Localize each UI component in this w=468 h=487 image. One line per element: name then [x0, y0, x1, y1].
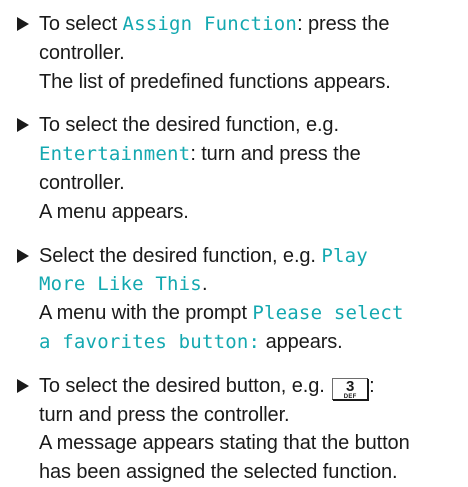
ui-term-entertainment: Entertainment	[39, 143, 191, 166]
step-3-result-1: A menu with the prompt Please select	[39, 302, 404, 325]
ui-term-assign-function: Assign Function	[122, 13, 298, 35]
step-2-result: A menu appears.	[39, 200, 189, 223]
bullet-triangle-icon	[17, 248, 29, 263]
ui-term-play: Play	[321, 244, 368, 267]
step-2-line-2: Entertainment: turn and press the	[39, 143, 361, 166]
step-3-result-2: a favorites button: appears.	[39, 330, 343, 353]
step-3: Select the desired function, e.g. Play M…	[17, 242, 454, 357]
step-2-line-1: To select the desired function, e.g.	[39, 114, 339, 137]
step-4-result-1: A message appears stating that the butto…	[39, 432, 410, 455]
ui-term-favorites-button: a favorites button:	[39, 330, 261, 353]
bullet-triangle-icon	[17, 118, 29, 133]
ui-term-more-like-this: More Like This	[39, 273, 202, 296]
step-4-line-1: To select the desired button, e.g. 3 DEF:	[39, 374, 375, 400]
step-4-line-2: turn and press the controller.	[39, 403, 290, 426]
bullet-triangle-icon	[17, 378, 29, 393]
bullet-triangle-icon	[17, 17, 29, 31]
step-2-line-3: controller.	[39, 171, 125, 194]
step-3-line-1: Select the desired function, e.g. Play	[39, 244, 368, 267]
step-4-result-2: has been assigned the selected function.	[39, 461, 398, 484]
step-3-line-2: More Like This.	[39, 273, 208, 296]
step-4: To select the desired button, e.g. 3 DEF:…	[17, 372, 454, 487]
step-2: To select the desired function, e.g. Ent…	[17, 111, 454, 226]
step-1-line-2: controller.	[39, 41, 125, 64]
ui-term-please-select: Please select	[252, 302, 404, 325]
step-1-result: The list of predefined functions appears…	[39, 70, 391, 93]
key-3-def-icon: 3 DEF	[332, 377, 369, 400]
step-1-line-1: To select Assign Function: press the	[39, 13, 390, 35]
instruction-page: To select Assign Function: press the con…	[0, 0, 468, 483]
step-1: To select Assign Function: press the con…	[17, 10, 454, 96]
